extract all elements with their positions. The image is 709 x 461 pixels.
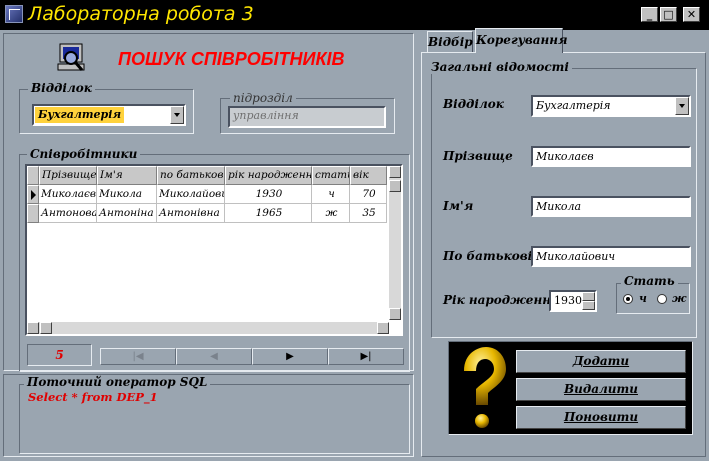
department-group-caption: Відділок xyxy=(28,82,95,95)
search-computer-icon xyxy=(56,42,88,74)
table-cell[interactable]: Миколайович xyxy=(157,185,225,204)
nav-prior-button[interactable]: ◀ xyxy=(176,348,252,365)
table-cell[interactable]: 1965 xyxy=(225,204,312,223)
nav-first-button[interactable]: |◀ xyxy=(100,348,176,365)
row-indicator xyxy=(27,185,39,204)
scroll-up-icon[interactable] xyxy=(389,166,401,178)
table-cell[interactable]: Антоніна xyxy=(97,204,157,223)
subdivision-group-caption: підрозділ xyxy=(230,92,296,105)
minimize-button[interactable]: _ xyxy=(641,7,658,22)
table-cell[interactable]: Микола xyxy=(97,185,157,204)
sql-text: Select * from DEP_1 xyxy=(28,390,158,404)
current-row-arrow-icon xyxy=(31,190,36,200)
update-button[interactable]: Поновити xyxy=(516,406,686,429)
employees-group-caption: Співробітники xyxy=(27,148,141,161)
general-info-caption: Загальні відомості xyxy=(428,61,572,74)
birth-year-label: Рік народження xyxy=(443,293,561,307)
record-count: 5 xyxy=(27,344,92,366)
horizontal-scrollbar[interactable] xyxy=(27,322,389,334)
patronymic-field[interactable]: Миколайович xyxy=(531,246,691,267)
surname-field[interactable]: Миколаєв xyxy=(531,146,691,167)
maximize-button[interactable]: □ xyxy=(660,7,677,22)
scroll-left-icon[interactable] xyxy=(27,322,39,334)
scroll-down-icon[interactable] xyxy=(389,308,401,320)
app-icon[interactable] xyxy=(5,5,23,23)
column-header[interactable]: Прізвище xyxy=(39,166,97,185)
name-field[interactable]: Микола xyxy=(531,196,691,217)
column-header[interactable]: рік народження xyxy=(225,166,312,185)
name-label: Ім'я xyxy=(443,199,474,213)
table-cell[interactable]: ч xyxy=(312,185,350,204)
birth-year-value: 1930 xyxy=(554,294,582,307)
scroll-thumb[interactable] xyxy=(40,322,52,334)
title-bar[interactable]: Лабораторна робота 3 _ □ ✕ xyxy=(0,0,709,30)
table-cell[interactable]: 35 xyxy=(350,204,387,223)
column-header[interactable]: вік xyxy=(350,166,387,185)
vertical-scrollbar[interactable] xyxy=(389,166,401,320)
nav-next-button[interactable]: ▶ xyxy=(252,348,328,365)
department-label: Відділок xyxy=(443,97,504,111)
department-select-value: Бухгалтерія xyxy=(35,107,125,123)
table-cell[interactable]: Антонівна xyxy=(157,204,225,223)
table-cell[interactable]: 1930 xyxy=(225,185,312,204)
delete-button[interactable]: Видалити xyxy=(516,378,686,401)
chevron-down-icon[interactable] xyxy=(675,97,689,115)
gender-male-radio[interactable] xyxy=(623,294,633,304)
employees-table[interactable]: Прізвище Ім'я по батькові рік народження… xyxy=(25,164,403,336)
table-cell[interactable]: Антонова xyxy=(39,204,97,223)
add-button[interactable]: Додати xyxy=(516,350,686,373)
sql-group-caption: Поточний оператор SQL xyxy=(24,376,211,389)
table-corner xyxy=(27,166,39,185)
edit-department-value: Бухгалтерія xyxy=(536,99,611,112)
row-indicator xyxy=(27,204,39,223)
tab-editing[interactable]: Корегування xyxy=(475,28,568,53)
column-header[interactable]: стать xyxy=(312,166,350,185)
tab-selection[interactable]: Відбір xyxy=(427,31,473,52)
close-button[interactable]: ✕ xyxy=(683,7,700,22)
nav-last-button[interactable]: ▶| xyxy=(328,348,404,365)
spin-up-icon[interactable] xyxy=(582,292,595,301)
scroll-right-icon[interactable] xyxy=(377,322,389,334)
gender-male-label: ч xyxy=(639,292,647,305)
page-title: ПОШУК СПІВРОБІТНИКІВ xyxy=(118,49,345,69)
birth-year-spinner[interactable]: 1930 xyxy=(549,290,597,312)
table-cell[interactable]: Миколаєв xyxy=(39,185,97,204)
chevron-down-icon[interactable] xyxy=(170,106,184,124)
patronymic-label: По батькові xyxy=(443,249,533,263)
gender-caption: Стать xyxy=(621,275,678,288)
spin-down-icon[interactable] xyxy=(582,301,595,310)
column-header[interactable]: Ім'я xyxy=(97,166,157,185)
window-title: Лабораторна робота 3 xyxy=(28,3,254,25)
scroll-thumb[interactable] xyxy=(389,180,401,192)
surname-label: Прізвище xyxy=(443,149,513,163)
table-cell[interactable]: ж xyxy=(312,204,350,223)
question-mark-icon xyxy=(454,343,510,433)
gender-female-label: ж xyxy=(672,292,687,305)
subdivision-field[interactable]: управління xyxy=(228,106,386,128)
edit-department-select[interactable]: Бухгалтерія xyxy=(531,95,691,117)
department-select[interactable]: Бухгалтерія xyxy=(32,104,186,126)
gender-female-radio[interactable] xyxy=(657,294,667,304)
table-cell[interactable]: 70 xyxy=(350,185,387,204)
column-header[interactable]: по батькові xyxy=(157,166,225,185)
